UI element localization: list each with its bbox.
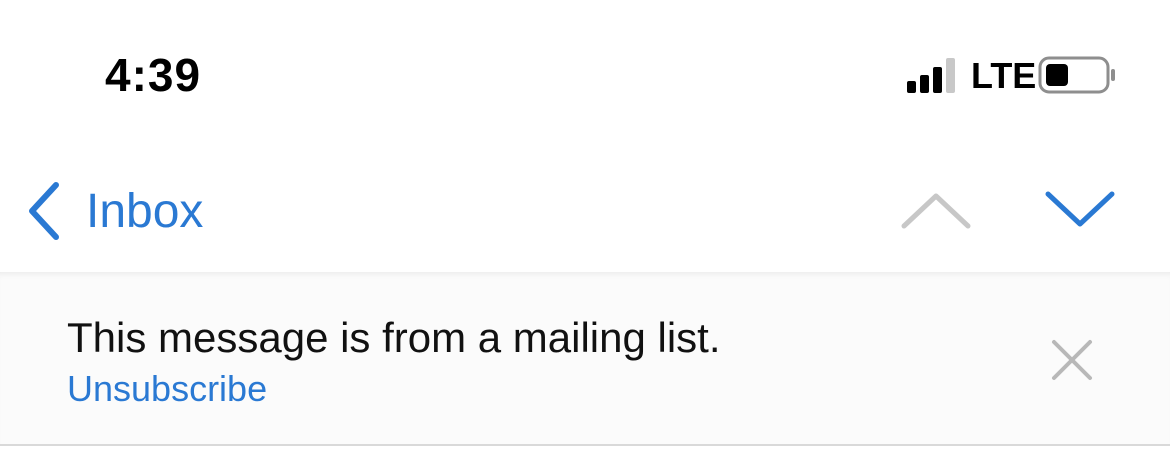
mailing-list-banner: This message is from a mailing list. Uns… xyxy=(0,272,1170,446)
chevron-left-icon xyxy=(29,182,59,240)
unsubscribe-link[interactable]: Unsubscribe xyxy=(67,368,267,410)
status-time: 4:39 xyxy=(105,49,202,101)
chevron-down-icon[interactable] xyxy=(1044,186,1116,234)
close-icon[interactable] xyxy=(1046,334,1098,386)
chevron-up-icon[interactable] xyxy=(900,186,972,234)
signal-icon xyxy=(907,58,955,93)
nav-bar: Inbox xyxy=(0,150,1170,272)
battery-icon xyxy=(1038,56,1115,94)
mailing-list-message: This message is from a mailing list. xyxy=(67,314,721,361)
network-type: LTE xyxy=(971,55,1037,96)
back-label: Inbox xyxy=(86,184,204,238)
back-button[interactable]: Inbox xyxy=(24,176,203,246)
status-bar: 4:39 LTE xyxy=(0,0,1170,150)
